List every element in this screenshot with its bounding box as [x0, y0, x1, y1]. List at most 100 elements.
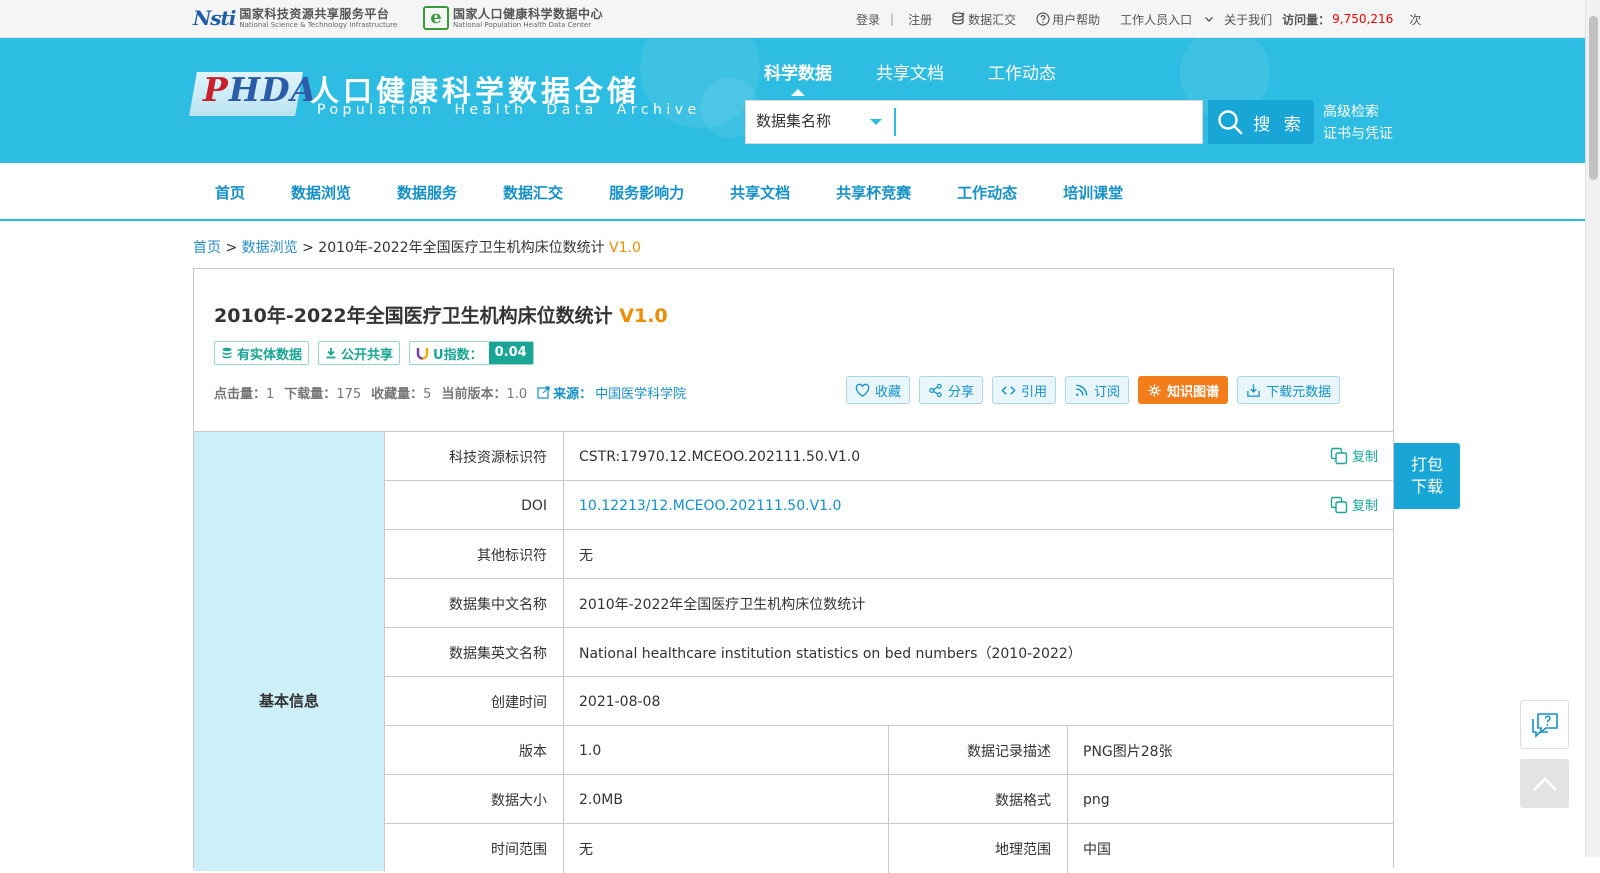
site-title-en: Population Health Data Archive — [317, 102, 701, 118]
table-row: 版本 1.0 数据记录描述 PNG图片28张 — [385, 725, 1394, 775]
share-button[interactable]: 分享 — [919, 376, 984, 404]
favorite-button[interactable]: 收藏 — [846, 376, 911, 404]
staff-entry-dropdown[interactable]: 工作人员入口 — [1120, 11, 1214, 28]
data-submit-link[interactable]: 数据汇交 — [952, 11, 1026, 28]
code-icon — [1001, 385, 1016, 395]
graph-icon — [1148, 383, 1161, 397]
cstr-value: CSTR:17970.12.MCEOO.202111.50.V1.0 — [579, 448, 861, 465]
search-button[interactable]: 搜 索 — [1208, 100, 1314, 144]
nav-item-contest[interactable]: 共享杯竞赛 — [836, 182, 911, 203]
visit-counter: 访问量： 9,750,216 次 — [1282, 11, 1431, 28]
dataset-version: V1.0 — [619, 305, 668, 327]
visits-value: 9,750,216 — [1332, 12, 1394, 26]
help-label: 用户帮助 — [1052, 12, 1101, 27]
cite-button[interactable]: 引用 — [992, 376, 1057, 404]
phda-logo-p: P — [203, 70, 229, 109]
nphdc-logo[interactable]: e 国家人口健康科学数据中心 National Population Healt… — [423, 6, 603, 30]
pack-download-button[interactable]: 打包 下载 — [1394, 443, 1460, 509]
nav-item-home[interactable]: 首页 — [215, 182, 245, 203]
help-link[interactable]: 用户帮助 — [1036, 11, 1110, 28]
row-label: 科技资源标识符 — [385, 432, 564, 481]
clicks-label: 点击量： — [214, 387, 267, 402]
breadcrumb-version: V1.0 — [609, 240, 641, 256]
downloads-value: 175 — [336, 387, 362, 402]
nav-item-browse[interactable]: 数据浏览 — [291, 182, 351, 203]
pack-download-line1: 打包 — [1410, 455, 1443, 474]
nav-item-submit[interactable]: 数据汇交 — [503, 182, 563, 203]
download-metadata-button[interactable]: 下载元数据 — [1237, 376, 1341, 404]
tab-work-news[interactable]: 工作动态 — [988, 59, 1056, 84]
row-label: 数据集英文名称 — [385, 628, 564, 677]
source-link[interactable]: 中国医学科学院 — [595, 383, 686, 402]
about-link[interactable]: 关于我们 — [1224, 11, 1272, 28]
nav-item-training[interactable]: 培训课堂 — [1063, 182, 1123, 203]
nav-item-services[interactable]: 数据服务 — [397, 182, 457, 203]
row-value: png — [1083, 791, 1110, 808]
dataset-actions: 收藏 分享 引用 订阅 知识图谱 下载元数据 — [846, 376, 1341, 404]
row-value: 2.0MB — [564, 775, 889, 824]
feedback-button[interactable] — [1520, 700, 1569, 749]
subscribe-label: 订阅 — [1094, 384, 1121, 400]
scrollbar-thumb[interactable] — [1589, 16, 1598, 180]
advanced-search-link[interactable]: 高级检索 — [1323, 101, 1393, 123]
nsti-logo[interactable]: Nsti 国家科技资源共享服务平台 National Science & Tec… — [193, 6, 397, 30]
table-row: 科技资源标识符 CSTR:17970.12.MCEOO.202111.50.V1… — [385, 431, 1394, 481]
version-label: 当前版本： — [441, 387, 507, 402]
breadcrumb-current: 2010年-2022年全国医疗卫生机构床位数统计 — [318, 240, 605, 256]
nsti-logo-mark: Nsti — [193, 6, 236, 30]
subscribe-button[interactable]: 订阅 — [1065, 376, 1130, 404]
chat-question-icon — [1531, 712, 1558, 738]
copy-doi-button[interactable]: 复制 — [1330, 495, 1378, 514]
share-icon — [929, 383, 942, 397]
dataset-card: 2010年-2022年全国医疗卫生机构床位数统计 V1.0 有实体数据 公开共享… — [193, 268, 1394, 873]
download-metadata-label: 下载元数据 — [1266, 384, 1332, 400]
nav-item-impact[interactable]: 服务影响力 — [609, 182, 684, 203]
row-label: 地理范围 — [889, 824, 1068, 873]
copy-icon — [1330, 447, 1348, 464]
doi-link[interactable]: 10.12213/12.MCEOO.202111.50.V1.0 — [579, 498, 841, 514]
top-links: 登录 | 注册 数据汇交 用户帮助 工作人员入口 关于我们 访问量： 9,750… — [856, 0, 1441, 38]
knowledge-graph-label: 知识图谱 — [1167, 384, 1220, 400]
certificate-link[interactable]: 证书与凭证 — [1323, 123, 1393, 145]
table-row: 时间范围 无 地理范围 中国 — [385, 823, 1394, 873]
phda-logo[interactable]: PHDA — [203, 70, 317, 109]
nav-item-docs[interactable]: 共享文档 — [730, 182, 790, 203]
page-scrollbar[interactable] — [1585, 0, 1600, 857]
nav-item-news[interactable]: 工作动态 — [957, 182, 1017, 203]
top-bar: Nsti 国家科技资源共享服务平台 National Science & Tec… — [0, 0, 1585, 38]
nphdc-logo-en: National Population Health Data Center — [453, 20, 592, 29]
question-icon — [1036, 12, 1050, 26]
row-value: PNG图片28张 — [1083, 743, 1173, 760]
main-nav: 首页 数据浏览 数据服务 数据汇交 服务影响力 共享文档 共享杯竞赛 工作动态 … — [0, 163, 1585, 221]
visits-unit: 次 — [1409, 12, 1422, 27]
favorite-label: 收藏 — [875, 384, 902, 400]
tab-shared-docs[interactable]: 共享文档 — [876, 59, 944, 84]
download-box-icon — [1247, 383, 1260, 397]
copy-cstr-button[interactable]: 复制 — [1330, 446, 1378, 465]
table-row: 数据集英文名称 National healthcare institution … — [385, 627, 1394, 677]
dataset-tags: 有实体数据 公开共享 U指数： 0.04 — [214, 341, 534, 365]
register-link[interactable]: 注册 — [908, 11, 932, 28]
basic-info-section-header: 基本信息 — [194, 431, 385, 871]
row-value: 1.0 — [564, 726, 889, 775]
visits-label: 访问量： — [1282, 12, 1331, 27]
tab-scientific-data[interactable]: 科学数据 — [764, 59, 832, 96]
basic-info-label: 基本信息 — [258, 692, 319, 710]
chevron-down-icon — [1205, 17, 1214, 22]
row-label: 其他标识符 — [385, 530, 564, 579]
row-value: National healthcare institution statisti… — [579, 645, 1082, 662]
caret-down-icon[interactable] — [870, 119, 882, 131]
search-field-select[interactable]: 数据集名称 — [756, 101, 831, 143]
knowledge-graph-button[interactable]: 知识图谱 — [1138, 376, 1229, 404]
back-to-top-button[interactable] — [1520, 759, 1569, 808]
login-link[interactable]: 登录 — [856, 11, 880, 28]
favorites-value: 5 — [423, 387, 432, 402]
copy-icon — [1330, 496, 1348, 513]
data-submit-label: 数据汇交 — [968, 12, 1017, 27]
breadcrumb-browse[interactable]: 数据浏览 — [242, 240, 298, 256]
search-input[interactable] — [898, 103, 1198, 141]
table-row: 其他标识符 无 — [385, 529, 1394, 579]
breadcrumb-home[interactable]: 首页 — [193, 240, 221, 256]
row-label: 数据记录描述 — [889, 726, 1068, 775]
row-label: 版本 — [385, 726, 564, 775]
